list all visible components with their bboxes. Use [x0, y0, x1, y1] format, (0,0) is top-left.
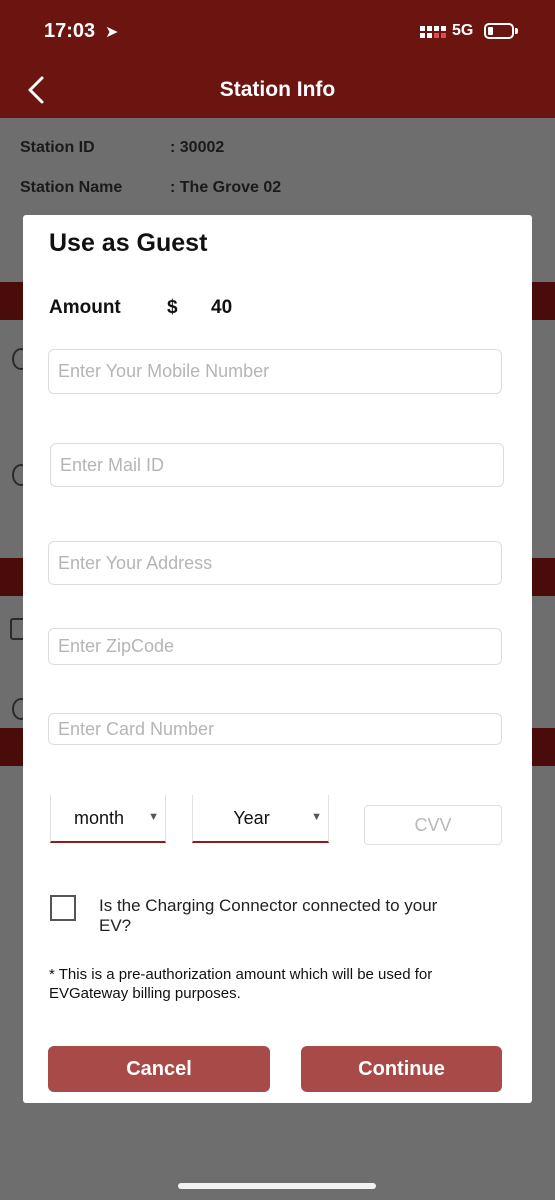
- continue-button[interactable]: Continue: [301, 1046, 502, 1092]
- connector-checkbox[interactable]: [50, 895, 76, 921]
- station-name-label: Station Name: [20, 179, 123, 196]
- status-time: 17:03: [44, 20, 96, 42]
- year-dropdown-label: Year: [233, 808, 270, 828]
- station-id-value: : 30002: [170, 139, 225, 156]
- address-input[interactable]: [48, 541, 502, 585]
- status-bar: 17:03 ➤ 5G: [0, 0, 555, 62]
- card-number-input[interactable]: [48, 713, 502, 745]
- zipcode-input[interactable]: [48, 628, 502, 665]
- amount-currency: $: [167, 297, 178, 318]
- cancel-button[interactable]: Cancel: [48, 1046, 270, 1092]
- guest-modal: Use as Guest Amount $ 40 month ▼ Year ▼ …: [23, 215, 532, 1103]
- page-title: Station Info: [219, 78, 336, 101]
- month-dropdown-label: month: [73, 808, 125, 828]
- location-arrow-icon: ➤: [105, 24, 119, 41]
- nav-bar: Station Info: [0, 62, 555, 118]
- amount-label: Amount: [49, 297, 121, 318]
- station-id-label: Station ID: [20, 139, 95, 156]
- connector-question-label: Is the Charging Connector connected to y…: [99, 896, 438, 935]
- modal-title: Use as Guest: [49, 229, 208, 257]
- network-type: 5G: [452, 22, 474, 39]
- battery-icon: [484, 23, 518, 39]
- cvv-input[interactable]: [364, 805, 502, 845]
- mobile-number-input[interactable]: [48, 349, 502, 394]
- amount-value: 40: [211, 297, 233, 318]
- dropdown-arrow-icon: ▼: [311, 811, 322, 823]
- station-name-value: : The Grove 02: [170, 179, 282, 196]
- pre-authorization-note: * This is a pre-authorization amount whi…: [49, 966, 433, 1002]
- cellular-signal-icon: [420, 26, 446, 38]
- month-dropdown[interactable]: month ▼: [50, 795, 166, 843]
- dropdown-arrow-icon: ▼: [148, 811, 159, 823]
- mail-id-input[interactable]: [50, 443, 504, 487]
- year-dropdown[interactable]: Year ▼: [192, 795, 329, 843]
- home-indicator[interactable]: [178, 1183, 376, 1189]
